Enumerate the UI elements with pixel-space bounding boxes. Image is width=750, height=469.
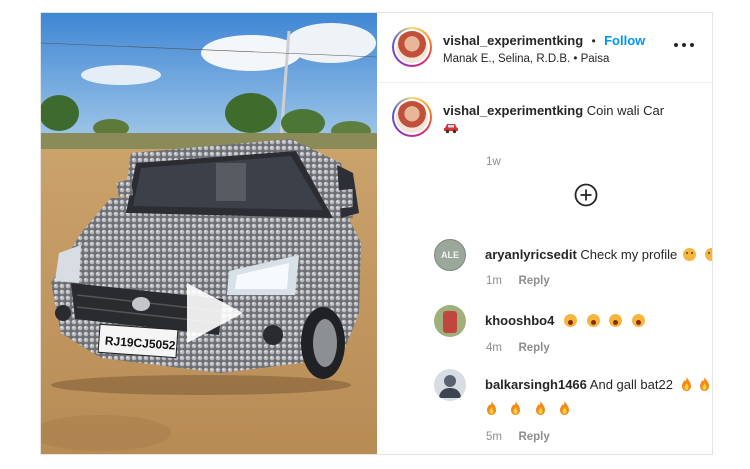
caption: vishal_experimentking Coin wali Car <box>443 102 693 138</box>
red-car-emoji <box>444 124 458 134</box>
comment-time: 4m <box>486 342 502 354</box>
caption-text: Coin wali Car <box>586 103 665 118</box>
fire-emoji <box>487 401 496 415</box>
author-avatar[interactable] <box>392 27 432 67</box>
caption-time: 1w <box>486 156 501 168</box>
comment-username[interactable]: aryanlyricsedit <box>485 247 577 262</box>
audio-track[interactable]: Manak E., Selina, R.D.B. • Paisa <box>443 53 609 65</box>
comment-avatar-label: ALE <box>441 250 459 260</box>
shocked-emoji <box>586 314 600 327</box>
comment-meta: 1m Reply <box>486 271 550 289</box>
add-circle-icon[interactable] <box>574 183 598 207</box>
comment-time: 1m <box>486 275 502 287</box>
comment-emoji-row <box>482 400 570 418</box>
comment-avatar[interactable] <box>434 305 466 337</box>
comment-time: 5m <box>486 431 502 443</box>
header-title-row: vishal_experimentking • Follow <box>443 32 645 50</box>
play-icon[interactable] <box>181 279 249 347</box>
comment-item: khooshbo4 <box>485 313 645 328</box>
post-side-panel: vishal_experimentking • Follow Manak E.,… <box>378 13 712 454</box>
post-header: vishal_experimentking • Follow Manak E.,… <box>378 13 712 83</box>
fire-emoji <box>700 377 710 391</box>
author-username[interactable]: vishal_experimentking <box>443 33 583 48</box>
follow-button[interactable]: Follow <box>604 33 645 48</box>
fire-emoji <box>511 401 521 415</box>
fire-emoji <box>681 377 691 391</box>
post-card: RJ19CJ5052 vishal_experimentking • Follo… <box>40 12 713 455</box>
comment-item: balkarsingh1466 And gall bat22 <box>485 377 710 392</box>
caption-avatar[interactable] <box>392 97 432 137</box>
shocked-emoji <box>631 314 645 327</box>
caption-username[interactable]: vishal_experimentking <box>443 103 583 118</box>
shocked-emoji <box>563 314 577 327</box>
post-video[interactable]: RJ19CJ5052 <box>41 13 377 454</box>
comment-meta: 4m Reply <box>486 338 550 356</box>
comment-avatar[interactable] <box>434 369 466 401</box>
sad-emoji <box>682 248 696 261</box>
comment-text: And gall bat22 <box>589 377 673 392</box>
reply-button[interactable]: Reply <box>518 431 549 443</box>
comment-meta: 5m Reply <box>486 427 550 445</box>
shocked-emoji <box>609 314 623 327</box>
comment-text: Check my profile <box>580 247 678 262</box>
comment-username[interactable]: khooshbo4 <box>485 313 554 328</box>
car-video-frame <box>41 13 377 454</box>
comment-avatar[interactable]: ALE <box>434 239 466 271</box>
reply-button[interactable]: Reply <box>518 275 549 287</box>
reply-button[interactable]: Reply <box>518 342 549 354</box>
fire-emoji <box>560 401 570 415</box>
header-separator: • <box>591 36 596 48</box>
more-options-icon[interactable] <box>674 41 694 51</box>
comment-item: aryanlyricsedit Check my profile <box>485 247 712 262</box>
fire-emoji <box>535 401 545 415</box>
comment-username[interactable]: balkarsingh1466 <box>485 377 587 392</box>
sad-emoji <box>705 248 712 261</box>
